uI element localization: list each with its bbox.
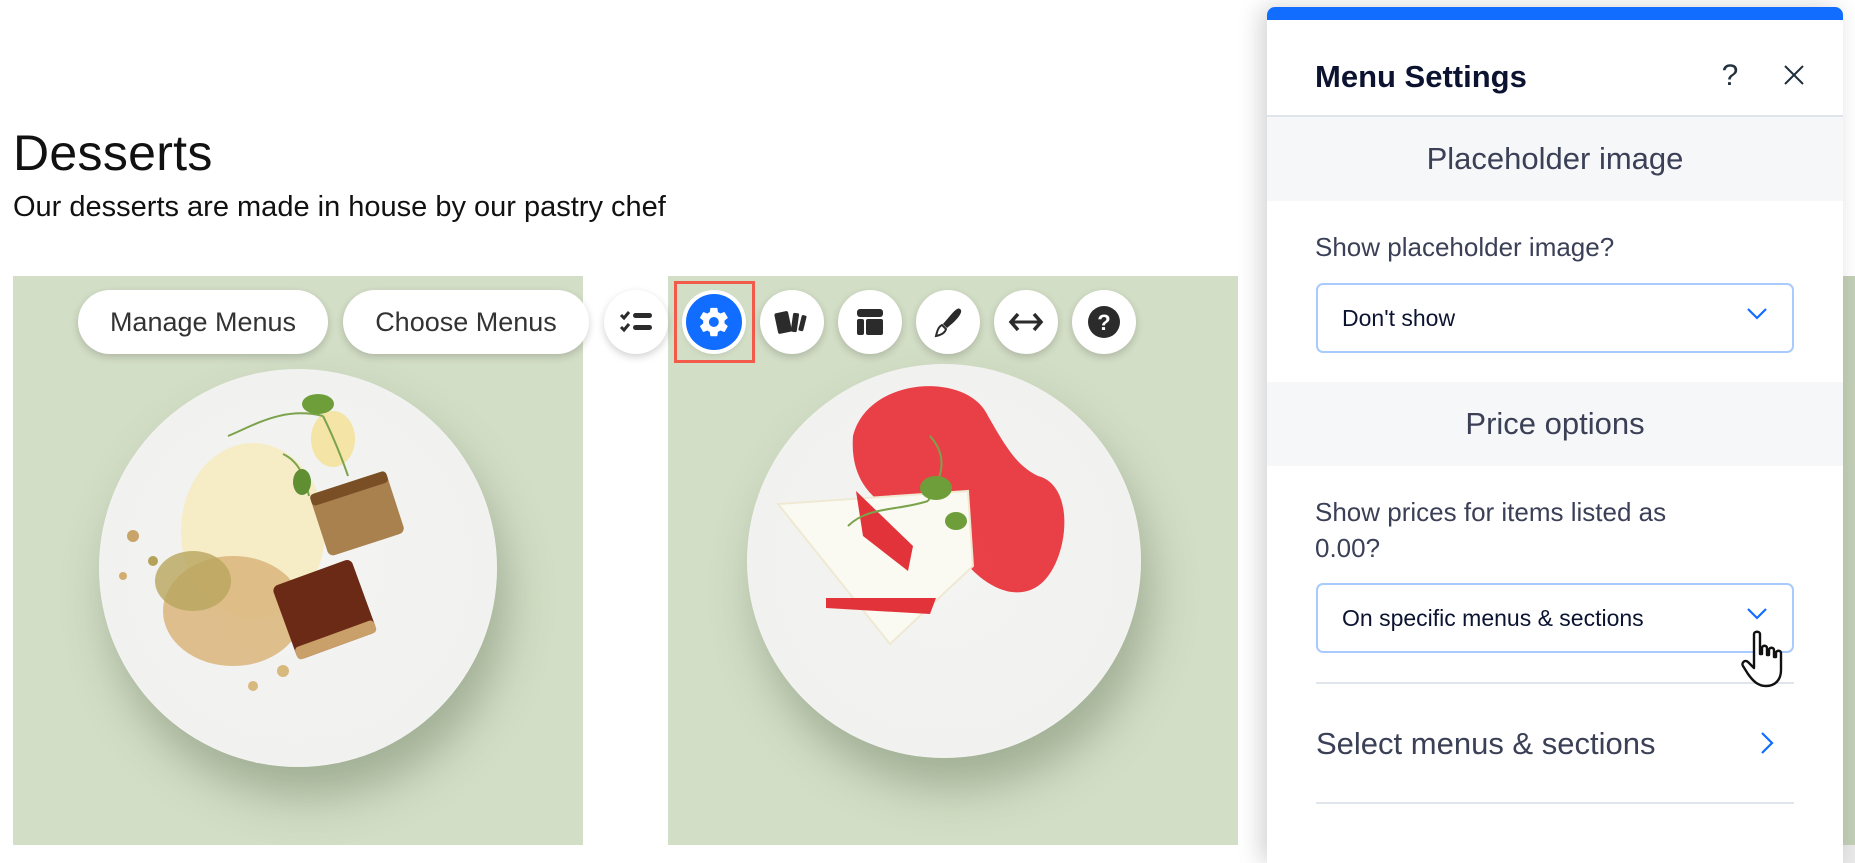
section-title: Desserts xyxy=(13,125,213,181)
show-prices-label-line1: Show prices for items listed as xyxy=(1315,497,1667,527)
leaf xyxy=(945,512,967,530)
layouts-button[interactable] xyxy=(760,290,824,354)
leaf xyxy=(293,469,311,495)
checklist-icon xyxy=(619,311,652,333)
panel-title: Menu Settings xyxy=(1315,59,1527,94)
manage-menus-button[interactable]: Manage Menus xyxy=(78,290,328,354)
paintbrush-icon xyxy=(934,308,962,338)
layout-icon xyxy=(857,309,883,335)
leaf xyxy=(920,476,952,500)
show-prices-label-line2: 0.00? xyxy=(1315,533,1381,563)
section-header-price-options: Price options xyxy=(1267,382,1843,466)
manage-items-button[interactable] xyxy=(604,290,668,354)
chevron-down-icon xyxy=(1747,608,1767,620)
price-options-dropdown[interactable]: On specific menus & sections xyxy=(1316,583,1794,653)
dessert-food-illustration xyxy=(119,394,404,691)
chevron-down-icon xyxy=(1747,308,1767,320)
adjacent-tile-edge xyxy=(1843,276,1855,845)
divider xyxy=(1316,802,1794,804)
food-image-strawberry-cheesecake[interactable] xyxy=(668,276,1238,845)
dropdown-value: Don't show xyxy=(1342,304,1456,331)
menu-settings-panel: Menu Settings ? Placeholder image Show p… xyxy=(1267,7,1843,863)
panel-close-button[interactable] xyxy=(1779,61,1809,91)
question-mark-icon: ? xyxy=(1721,59,1739,92)
placeholder-image-dropdown[interactable]: Don't show xyxy=(1316,283,1794,353)
show-placeholder-label: Show placeholder image? xyxy=(1315,232,1615,262)
leaf xyxy=(302,394,334,414)
select-menus-sections-row[interactable]: Select menus & sections xyxy=(1316,709,1794,779)
cheesecake-food-illustration xyxy=(776,386,1065,646)
panel-header: Menu Settings ? xyxy=(1267,20,1843,117)
food-image-pistachio-dessert[interactable] xyxy=(13,276,583,845)
section-subtitle: Our desserts are made in house by our pa… xyxy=(13,191,666,223)
section-header-placeholder-image: Placeholder image xyxy=(1267,117,1843,201)
divider xyxy=(1316,682,1794,684)
choose-menus-button[interactable]: Choose Menus xyxy=(343,290,589,354)
nav-row-label: Select menus & sections xyxy=(1316,726,1656,761)
svg-text:?: ? xyxy=(1097,310,1110,335)
gear-icon xyxy=(700,307,728,337)
panel-accent-bar xyxy=(1267,7,1843,20)
canvas-background xyxy=(1843,845,1855,863)
cards-icon xyxy=(774,311,807,334)
dropdown-value: On specific menus & sections xyxy=(1342,604,1644,631)
help-icon: ? xyxy=(1088,306,1120,338)
settings-button[interactable] xyxy=(686,294,742,350)
design-button[interactable] xyxy=(916,290,980,354)
close-icon xyxy=(1784,64,1804,85)
layout-button[interactable] xyxy=(838,290,902,354)
stretch-button[interactable] xyxy=(994,290,1058,354)
help-button[interactable]: ? xyxy=(1072,290,1136,354)
chevron-right-icon xyxy=(1761,732,1774,754)
panel-help-button[interactable]: ? xyxy=(1715,58,1745,94)
stretch-arrows-icon xyxy=(1008,312,1044,332)
